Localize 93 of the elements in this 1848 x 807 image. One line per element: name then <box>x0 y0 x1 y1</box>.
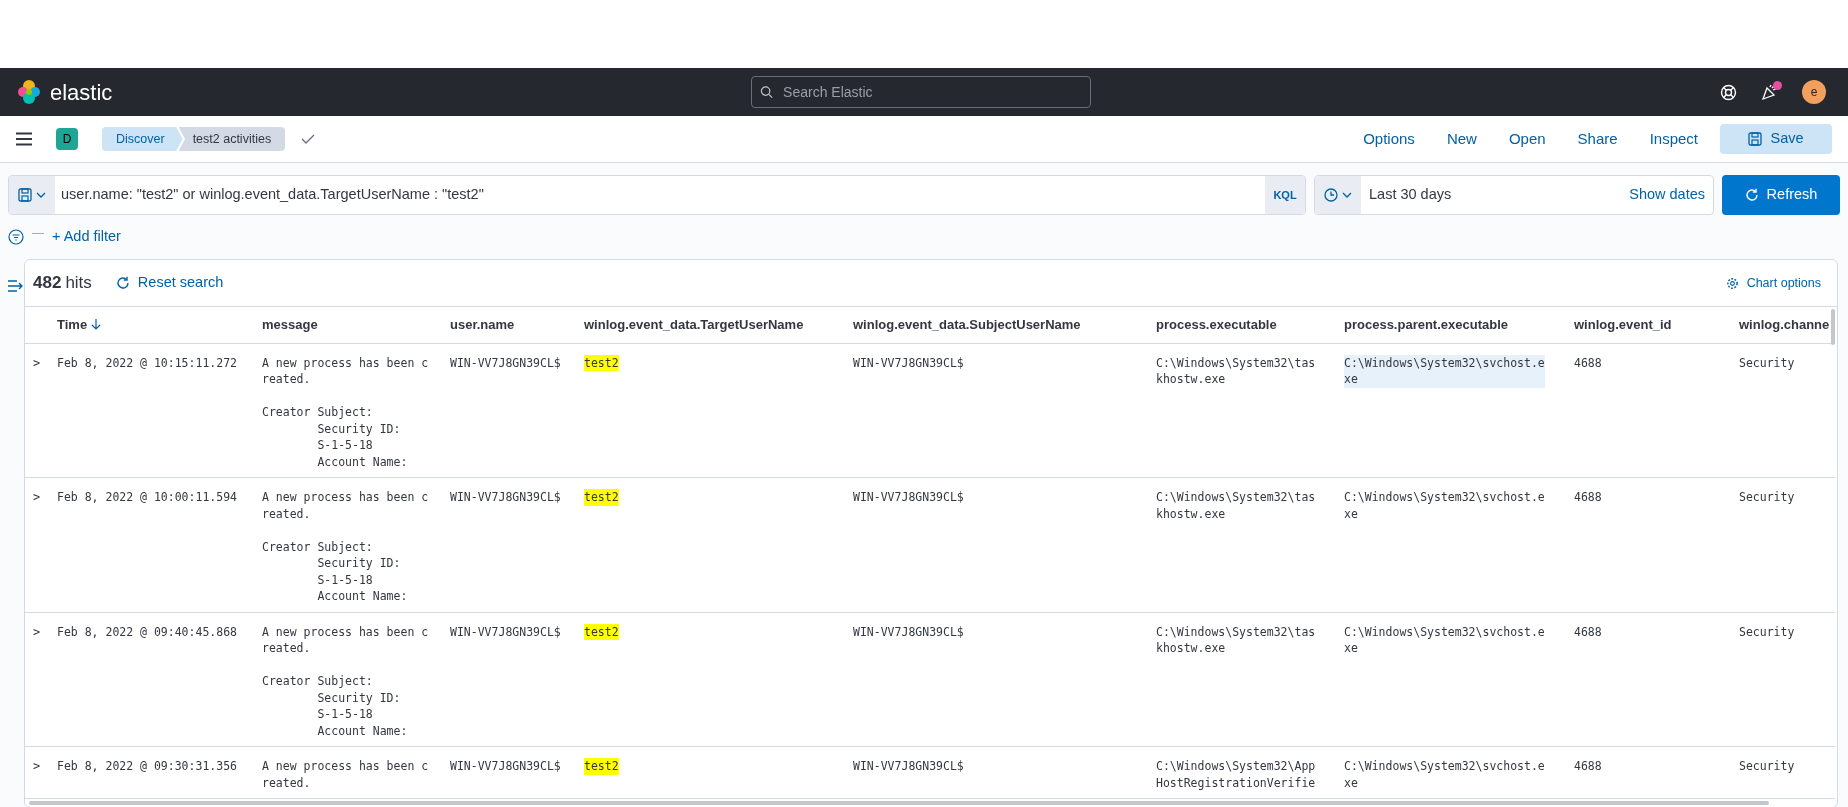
reset-search-link[interactable]: Reset search <box>115 272 224 294</box>
table-cell: C:\Windows\System32\svchost.e xe <box>1344 758 1545 791</box>
save-button[interactable]: Save <box>1720 124 1832 154</box>
table-cell: A new process has been c reated. Creator Subject: Security ID: S-1-5-18 Account Name: <box>262 623 429 739</box>
space-avatar[interactable]: D <box>56 128 78 150</box>
save-icon <box>18 188 32 202</box>
table-cell: 4688 <box>1574 489 1602 506</box>
expand-row-button[interactable]: > <box>29 623 41 640</box>
search-match: test2 <box>584 489 619 506</box>
toolbar-link[interactable]: Open <box>1508 127 1546 151</box>
column-header[interactable]: winlog.event_data.SubjectUserName <box>853 315 1081 335</box>
table-cell: C:\Windows\System32\App HostRegistrationVerifie <box>1156 758 1316 791</box>
table-cell: Security <box>1739 623 1795 640</box>
table-cell: C:\Windows\System32\tas khostw.exe <box>1156 354 1316 388</box>
table-cell: Security <box>1739 758 1795 775</box>
table-cell: WIN-VV7J8GN39CL$ <box>853 354 964 371</box>
check-icon[interactable] <box>301 134 316 144</box>
saved-query-button[interactable] <box>9 176 55 214</box>
refresh-icon <box>1744 188 1759 202</box>
search-match: test2 <box>584 623 619 640</box>
search-match: test2 <box>584 354 619 371</box>
table-cell: C:\Windows\System32\svchost.e xe <box>1344 489 1545 522</box>
scrollbar-thumb[interactable] <box>29 801 1769 805</box>
refresh-button[interactable]: Refresh <box>1722 175 1840 215</box>
table-cell: WIN-VV7J8GN39CL$ <box>853 623 964 640</box>
toolbar-link[interactable]: New <box>1446 127 1477 151</box>
sidebar-toggle-icon[interactable] <box>8 280 24 293</box>
breadcrumb[interactable]: test2 activities <box>178 127 286 151</box>
refresh-icon <box>115 276 130 290</box>
table-cell: Feb 8, 2022 @ 09:30:31.356 <box>57 758 237 775</box>
table-cell: WIN-VV7J8GN39CL$ <box>450 623 561 640</box>
search-match: test2 <box>584 758 619 775</box>
gear-icon <box>1725 276 1739 290</box>
expand-row-button[interactable]: > <box>29 489 41 506</box>
filter-separator: — <box>32 225 44 242</box>
toolbar-link[interactable]: Share <box>1577 127 1618 151</box>
help-icon[interactable] <box>1720 83 1737 101</box>
column-header[interactable]: process.parent.executable <box>1344 315 1509 335</box>
scrollbar-thumb[interactable] <box>1831 309 1835 345</box>
save-icon <box>1748 132 1763 146</box>
table-cell: C:\Windows\System32\svchost.e xe <box>1344 623 1545 657</box>
table-cell: 4688 <box>1574 623 1602 640</box>
table-cell: A new process has been c reated. Creator Subject: Security ID: S-1-5-18 Account Name: <box>262 489 429 605</box>
column-header[interactable]: message <box>262 315 318 335</box>
query-language-button[interactable]: KQL <box>1265 176 1305 214</box>
table-cell: C:\Windows\System32\tas khostw.exe <box>1156 623 1316 657</box>
filter-icon[interactable] <box>8 229 24 245</box>
column-header[interactable]: winlog.channe <box>1739 315 1830 335</box>
table-cell: A new process has been c reated. <box>262 758 429 791</box>
table-cell: Feb 8, 2022 @ 10:00:11.594 <box>57 489 237 506</box>
search-icon <box>760 85 774 99</box>
hits-label: hits <box>65 272 92 295</box>
elastic-logo-icon[interactable] <box>16 79 42 105</box>
column-header[interactable]: user.name <box>450 315 515 335</box>
date-range[interactable]: Last 30 days <box>1369 184 1452 206</box>
table-cell: WIN-VV7J8GN39CL$ <box>450 758 561 775</box>
query-bar[interactable]: user.name: "test2" or winlog.event_data.TargetUserName : "test2" KQL <box>8 175 1306 215</box>
toolbar-link[interactable]: Options <box>1363 127 1415 151</box>
table-cell: Feb 8, 2022 @ 10:15:11.272 <box>57 354 237 371</box>
table-cell: C:\Windows\System32\svchost.e xe <box>1344 354 1545 388</box>
column-header[interactable]: process.executable <box>1156 315 1277 335</box>
column-header[interactable]: Time <box>57 315 102 335</box>
expand-row-button[interactable]: > <box>29 354 41 371</box>
expand-row-button[interactable]: > <box>29 758 41 775</box>
clock-icon <box>1324 188 1338 202</box>
hits-count: 482 <box>33 272 62 295</box>
quick-menu-button[interactable] <box>1315 176 1361 214</box>
search-bar[interactable]: Search Elastic <box>751 76 1091 108</box>
table-cell: A new process has been c reated. Creator Subject: Security ID: S-1-5-18 Account Name: <box>262 354 429 470</box>
table-cell: Security <box>1739 489 1795 506</box>
search-field[interactable]: Search Elastic <box>781 80 1082 104</box>
toolbar-link[interactable]: Inspect <box>1649 127 1698 151</box>
logo-text[interactable]: elastic <box>50 75 113 109</box>
show-dates-link[interactable]: Show dates <box>1629 184 1705 206</box>
table-cell: Security <box>1739 354 1795 371</box>
table-cell: WIN-VV7J8GN39CL$ <box>450 354 561 371</box>
table-cell: C:\Windows\System32\tas khostw.exe <box>1156 489 1316 522</box>
table-cell: WIN-VV7J8GN39CL$ <box>853 489 964 506</box>
column-header[interactable]: winlog.event_id <box>1574 315 1672 335</box>
sort-descending-icon[interactable] <box>91 319 102 331</box>
menu-icon[interactable] <box>16 132 32 146</box>
breadcrumb[interactable]: Discover <box>102 127 183 151</box>
user-avatar[interactable]: e <box>1802 80 1826 104</box>
table-cell: WIN-VV7J8GN39CL$ <box>450 489 561 506</box>
table-cell: Feb 8, 2022 @ 09:40:45.868 <box>57 623 237 640</box>
chevron-down-icon <box>1342 192 1352 198</box>
chart-options-link[interactable]: Chart options <box>1725 273 1821 293</box>
chevron-down-icon <box>36 192 46 198</box>
table-cell: 4688 <box>1574 354 1602 371</box>
table-cell: WIN-VV7J8GN39CL$ <box>853 758 964 775</box>
add-filter-link[interactable]: + Add filter <box>52 226 121 248</box>
table-cell: 4688 <box>1574 758 1602 775</box>
column-header[interactable]: winlog.event_data.TargetUserName <box>584 315 804 335</box>
